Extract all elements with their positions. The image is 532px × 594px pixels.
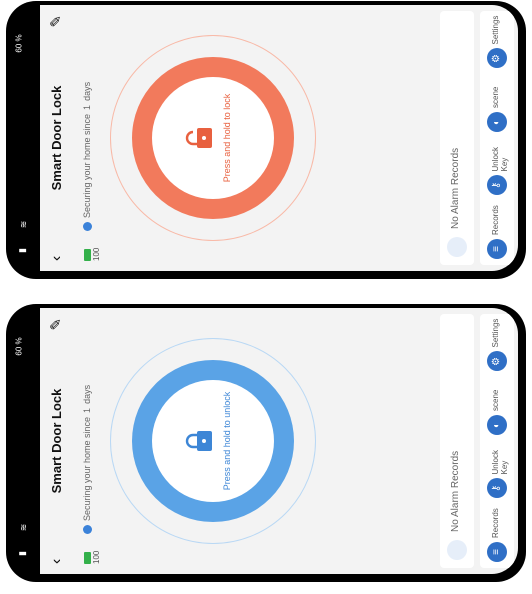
page-title: Smart Door Lock — [49, 388, 64, 494]
signal-icon: ▮ — [16, 551, 27, 556]
app-screen: ‹ Smart Door Lock ✎ 100 Securing your ho… — [40, 5, 518, 271]
unlock-button[interactable]: Press and hold to unlock — [110, 338, 316, 544]
alarm-text: No Alarm Records — [450, 147, 461, 229]
bell-icon — [447, 540, 467, 560]
lock-status: 100 Securing your home since 1 days — [78, 5, 102, 271]
toggle-icon: ◐ — [487, 415, 507, 435]
system-battery-text: 60 % — [14, 34, 24, 53]
lock-icon — [185, 431, 212, 451]
shield-icon — [82, 525, 92, 534]
toggle-icon: ◐ — [487, 112, 507, 132]
alarm-panel[interactable]: No Alarm Records — [440, 314, 474, 568]
records-icon: ≡ — [487, 239, 507, 259]
lock-battery-icon — [84, 552, 91, 564]
tab-bar: ≡ Records ⚷ Unlock Key ◐ scene ⚙ Settings — [480, 11, 514, 265]
secure-info: Securing your home since 1 days — [82, 82, 92, 231]
tab-settings[interactable]: ⚙ Settings — [480, 314, 514, 378]
system-status-bar: 60 % ≋ ▮ — [14, 9, 38, 271]
tab-unlock-key[interactable]: ⚷ Unlock Key — [480, 441, 514, 505]
wifi-icon: ≋ — [18, 220, 29, 229]
app-content: ‹ Smart Door Lock ✎ 100 Securing your ho… — [40, 308, 518, 574]
tab-label: scene — [491, 389, 500, 411]
phone-frame-locked: 60 % ≋ ▮ ‹ Smart Door Lock ✎ 100 Securin… — [6, 1, 526, 279]
secure-prefix: Securing your home since — [82, 416, 92, 521]
alarm-text: No Alarm Records — [450, 450, 461, 532]
page-title: Smart Door Lock — [49, 85, 64, 191]
lock-battery-percent: 100 — [92, 550, 101, 564]
system-battery-text: 60 % — [14, 337, 24, 356]
unlock-icon — [185, 128, 212, 148]
key-icon: ⚷ — [487, 175, 507, 196]
press-text: Press and hold to lock — [222, 93, 232, 183]
tab-unlock-key[interactable]: ⚷ Unlock Key — [480, 138, 514, 202]
tab-label: Unlock Key — [491, 450, 509, 475]
tab-label: Records — [491, 205, 500, 235]
records-icon: ≡ — [487, 542, 507, 562]
secure-suffix: days — [82, 384, 92, 404]
secure-suffix: days — [82, 81, 92, 101]
app-screen: ‹ Smart Door Lock ✎ 100 Securing your ho… — [40, 308, 518, 574]
system-status-bar: 60 % ≋ ▮ — [14, 312, 38, 574]
tab-settings[interactable]: ⚙ Settings — [480, 11, 514, 75]
app-content: ‹ Smart Door Lock ✎ 100 Securing your ho… — [40, 5, 518, 271]
secure-days: 1 — [82, 407, 92, 413]
tab-label: Settings — [491, 15, 500, 45]
secure-info: Securing your home since 1 days — [82, 385, 92, 534]
gear-icon: ⚙ — [487, 351, 507, 372]
edit-icon[interactable]: ✎ — [47, 15, 65, 28]
header: ‹ Smart Door Lock ✎ — [40, 5, 76, 271]
lock-status: 100 Securing your home since 1 days — [78, 308, 102, 574]
tab-label: Settings — [491, 318, 500, 348]
edit-icon[interactable]: ✎ — [47, 318, 65, 331]
tab-records[interactable]: ≡ Records — [480, 202, 514, 266]
bell-icon — [447, 237, 467, 257]
tab-label: scene — [491, 86, 500, 108]
shield-icon — [82, 222, 92, 231]
phone-frame-unlocked: 60 % ≋ ▮ ‹ Smart Door Lock ✎ 100 Securin… — [6, 304, 526, 582]
tab-records[interactable]: ≡ Records — [480, 505, 514, 569]
lock-button[interactable]: Press and hold to lock — [110, 35, 316, 241]
wifi-icon: ≋ — [18, 523, 29, 532]
lock-battery-percent: 100 — [92, 247, 101, 261]
secure-days: 1 — [82, 104, 92, 110]
lock-battery-icon — [84, 249, 91, 261]
tab-label: Records — [491, 508, 500, 538]
signal-icon: ▮ — [16, 248, 27, 253]
tab-bar: ≡ Records ⚷ Unlock Key ◐ scene ⚙ Settings — [480, 314, 514, 568]
alarm-panel[interactable]: No Alarm Records — [440, 11, 474, 265]
gear-icon: ⚙ — [487, 48, 507, 69]
secure-prefix: Securing your home since — [82, 113, 92, 218]
press-text: Press and hold to unlock — [222, 391, 232, 491]
tab-scene[interactable]: ◐ scene — [480, 378, 514, 442]
tab-label: Unlock Key — [491, 147, 509, 172]
key-icon: ⚷ — [487, 478, 507, 499]
tab-scene[interactable]: ◐ scene — [480, 75, 514, 139]
header: ‹ Smart Door Lock ✎ — [40, 308, 76, 574]
